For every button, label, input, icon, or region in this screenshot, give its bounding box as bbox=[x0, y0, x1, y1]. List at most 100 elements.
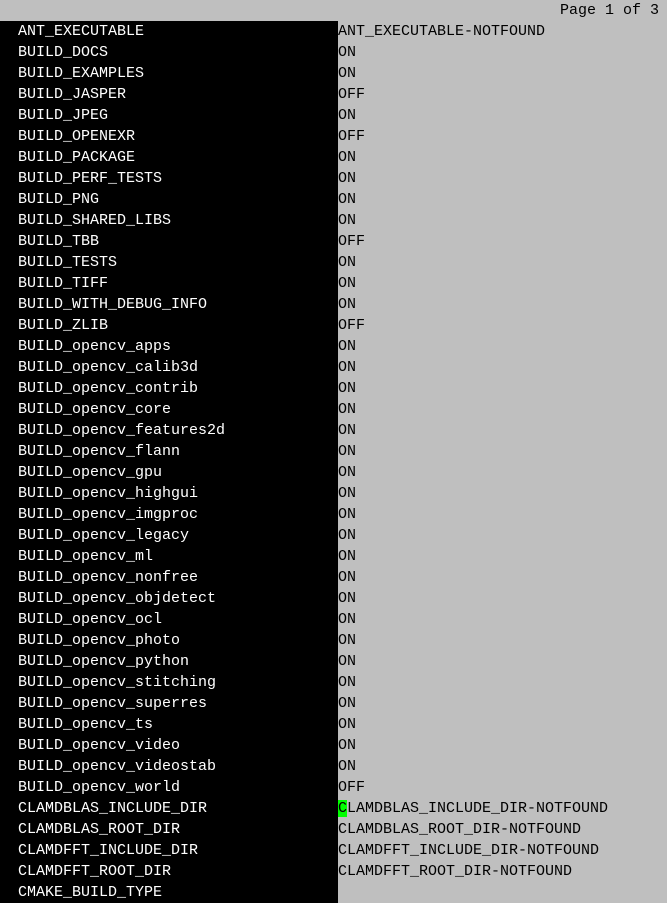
option-row[interactable]: BUILD_TBBOFF bbox=[0, 231, 667, 252]
option-row[interactable]: CLAMDFFT_ROOT_DIRCLAMDFFT_ROOT_DIR-NOTFO… bbox=[0, 861, 667, 882]
option-row[interactable]: BUILD_opencv_calib3dON bbox=[0, 357, 667, 378]
option-row[interactable]: BUILD_ZLIBOFF bbox=[0, 315, 667, 336]
option-key: BUILD_opencv_legacy bbox=[0, 525, 338, 546]
option-value[interactable]: ON bbox=[338, 525, 667, 546]
option-value[interactable]: ON bbox=[338, 609, 667, 630]
option-key: BUILD_opencv_superres bbox=[0, 693, 338, 714]
option-key: BUILD_opencv_ts bbox=[0, 714, 338, 735]
option-row[interactable]: BUILD_opencv_coreON bbox=[0, 399, 667, 420]
option-key: BUILD_opencv_photo bbox=[0, 630, 338, 651]
option-row[interactable]: BUILD_SHARED_LIBSON bbox=[0, 210, 667, 231]
option-row[interactable]: BUILD_OPENEXROFF bbox=[0, 126, 667, 147]
option-value[interactable]: ON bbox=[338, 189, 667, 210]
option-value[interactable]: OFF bbox=[338, 777, 667, 798]
option-row[interactable]: BUILD_TESTSON bbox=[0, 252, 667, 273]
option-value[interactable]: ON bbox=[338, 420, 667, 441]
option-row[interactable]: BUILD_opencv_features2dON bbox=[0, 420, 667, 441]
options-list[interactable]: ANT_EXECUTABLEANT_EXECUTABLE-NOTFOUND BU… bbox=[0, 21, 667, 903]
option-row[interactable]: BUILD_opencv_stitchingON bbox=[0, 672, 667, 693]
option-key: BUILD_opencv_stitching bbox=[0, 672, 338, 693]
option-key: BUILD_opencv_highgui bbox=[0, 483, 338, 504]
option-value[interactable]: ON bbox=[338, 273, 667, 294]
option-row[interactable]: BUILD_PNGON bbox=[0, 189, 667, 210]
option-row[interactable]: BUILD_WITH_DEBUG_INFOON bbox=[0, 294, 667, 315]
option-row[interactable]: BUILD_opencv_flannON bbox=[0, 441, 667, 462]
option-value-rest: LAMDBLAS_INCLUDE_DIR-NOTFOUND bbox=[347, 800, 608, 817]
option-row[interactable]: BUILD_JPEGON bbox=[0, 105, 667, 126]
option-row[interactable]: BUILD_JASPEROFF bbox=[0, 84, 667, 105]
option-row[interactable]: BUILD_opencv_mlON bbox=[0, 546, 667, 567]
option-value[interactable]: CLAMDFFT_ROOT_DIR-NOTFOUND bbox=[338, 861, 667, 882]
option-key: BUILD_opencv_objdetect bbox=[0, 588, 338, 609]
option-value[interactable]: ON bbox=[338, 441, 667, 462]
option-value[interactable]: ON bbox=[338, 651, 667, 672]
option-row[interactable]: CLAMDBLAS_INCLUDE_DIRCLAMDBLAS_INCLUDE_D… bbox=[0, 798, 667, 819]
option-row[interactable]: BUILD_opencv_tsON bbox=[0, 714, 667, 735]
option-value[interactable]: ON bbox=[338, 504, 667, 525]
option-value[interactable]: ON bbox=[338, 210, 667, 231]
option-row[interactable]: BUILD_opencv_appsON bbox=[0, 336, 667, 357]
option-row[interactable]: CLAMDFFT_INCLUDE_DIRCLAMDFFT_INCLUDE_DIR… bbox=[0, 840, 667, 861]
option-value[interactable]: ON bbox=[338, 483, 667, 504]
option-row[interactable]: BUILD_opencv_contribON bbox=[0, 378, 667, 399]
option-row[interactable]: BUILD_opencv_photoON bbox=[0, 630, 667, 651]
option-value[interactable]: ON bbox=[338, 693, 667, 714]
option-value[interactable]: OFF bbox=[338, 84, 667, 105]
option-value[interactable]: ON bbox=[338, 378, 667, 399]
option-row[interactable]: BUILD_PERF_TESTSON bbox=[0, 168, 667, 189]
option-value[interactable]: ON bbox=[338, 252, 667, 273]
option-key: BUILD_opencv_ocl bbox=[0, 609, 338, 630]
option-value[interactable]: ON bbox=[338, 294, 667, 315]
option-value[interactable]: ON bbox=[338, 105, 667, 126]
option-value[interactable]: ON bbox=[338, 399, 667, 420]
option-row[interactable]: CMAKE_BUILD_TYPE bbox=[0, 882, 667, 903]
option-value[interactable]: ON bbox=[338, 42, 667, 63]
option-row[interactable]: BUILD_opencv_pythonON bbox=[0, 651, 667, 672]
option-row[interactable]: BUILD_TIFFON bbox=[0, 273, 667, 294]
option-value[interactable] bbox=[338, 882, 667, 903]
option-row[interactable]: BUILD_opencv_legacyON bbox=[0, 525, 667, 546]
option-row[interactable]: BUILD_opencv_gpuON bbox=[0, 462, 667, 483]
option-row[interactable]: BUILD_opencv_nonfreeON bbox=[0, 567, 667, 588]
option-value[interactable]: ON bbox=[338, 357, 667, 378]
option-row[interactable]: BUILD_EXAMPLESON bbox=[0, 63, 667, 84]
option-value[interactable]: ON bbox=[338, 168, 667, 189]
option-value[interactable]: OFF bbox=[338, 231, 667, 252]
option-value[interactable]: ON bbox=[338, 630, 667, 651]
option-value[interactable]: CLAMDBLAS_ROOT_DIR-NOTFOUND bbox=[338, 819, 667, 840]
option-value[interactable]: ON bbox=[338, 147, 667, 168]
option-key: BUILD_opencv_python bbox=[0, 651, 338, 672]
option-row[interactable]: BUILD_DOCSON bbox=[0, 42, 667, 63]
cursor: C bbox=[338, 800, 347, 817]
option-value[interactable]: ON bbox=[338, 462, 667, 483]
option-value[interactable]: ON bbox=[338, 714, 667, 735]
option-row[interactable]: ANT_EXECUTABLEANT_EXECUTABLE-NOTFOUND bbox=[0, 21, 667, 42]
option-row[interactable]: BUILD_PACKAGEON bbox=[0, 147, 667, 168]
option-value[interactable]: ON bbox=[338, 63, 667, 84]
option-value[interactable]: ON bbox=[338, 567, 667, 588]
option-value[interactable]: OFF bbox=[338, 315, 667, 336]
option-value[interactable]: ON bbox=[338, 546, 667, 567]
option-row[interactable]: BUILD_opencv_objdetectON bbox=[0, 588, 667, 609]
option-row[interactable]: BUILD_opencv_oclON bbox=[0, 609, 667, 630]
option-value[interactable]: CLAMDBLAS_INCLUDE_DIR-NOTFOUND bbox=[338, 798, 667, 819]
option-value[interactable]: ANT_EXECUTABLE-NOTFOUND bbox=[338, 21, 667, 42]
option-row[interactable]: BUILD_opencv_highguiON bbox=[0, 483, 667, 504]
option-value[interactable]: ON bbox=[338, 336, 667, 357]
option-row[interactable]: BUILD_opencv_worldOFF bbox=[0, 777, 667, 798]
option-value[interactable]: OFF bbox=[338, 126, 667, 147]
option-value[interactable]: CLAMDFFT_INCLUDE_DIR-NOTFOUND bbox=[338, 840, 667, 861]
option-value[interactable]: ON bbox=[338, 756, 667, 777]
option-key: BUILD_TESTS bbox=[0, 252, 338, 273]
option-key: BUILD_opencv_core bbox=[0, 399, 338, 420]
option-key: BUILD_opencv_flann bbox=[0, 441, 338, 462]
option-row[interactable]: CLAMDBLAS_ROOT_DIRCLAMDBLAS_ROOT_DIR-NOT… bbox=[0, 819, 667, 840]
option-row[interactable]: BUILD_opencv_videostabON bbox=[0, 756, 667, 777]
option-row[interactable]: BUILD_opencv_videoON bbox=[0, 735, 667, 756]
option-value[interactable]: ON bbox=[338, 672, 667, 693]
option-value[interactable]: ON bbox=[338, 735, 667, 756]
option-value[interactable]: ON bbox=[338, 588, 667, 609]
option-key: BUILD_JPEG bbox=[0, 105, 338, 126]
option-row[interactable]: BUILD_opencv_superresON bbox=[0, 693, 667, 714]
option-row[interactable]: BUILD_opencv_imgprocON bbox=[0, 504, 667, 525]
